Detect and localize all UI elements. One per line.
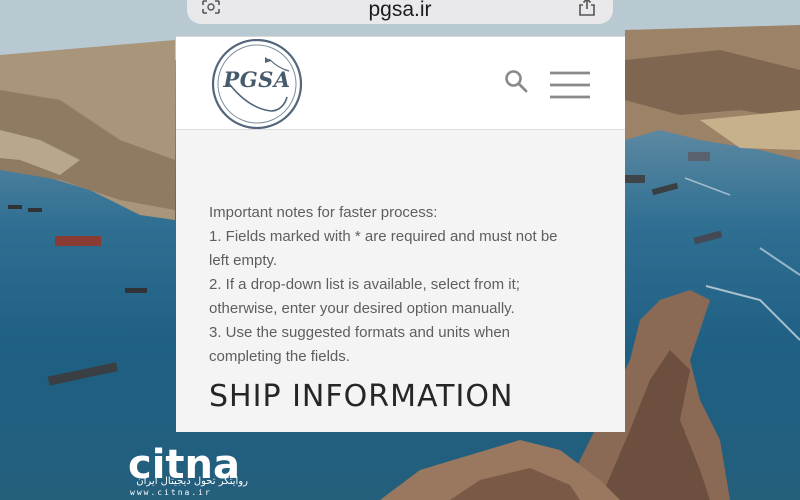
note-line: 1. Fields marked with * are required and… [209,228,558,245]
note-line: left empty. [209,252,278,269]
form-intro: Important notes for faster process: 1. F… [209,201,609,414]
note-line: 2. If a drop-down list is available, sel… [209,276,520,293]
search-icon[interactable] [504,69,528,93]
browser-address-bar[interactable]: pgsa.ir [187,0,613,24]
ship [55,236,101,246]
notes-title: Important notes for faster process: [209,204,438,221]
note-line: otherwise, enter your desired option man… [209,300,515,317]
share-icon[interactable] [577,0,597,16]
section-heading: SHIP INFORMATION [209,379,514,414]
watermark-url: www.citna.ir [130,488,212,497]
note-line: 3. Use the suggested formats and units w… [209,324,511,341]
watermark-tagline: روایتگر تحول دیجیتال ایران [136,476,248,487]
site-header: PGSA [176,36,625,130]
hamburger-menu-icon[interactable] [550,71,590,99]
note-line: completing the fields. [209,348,350,365]
screenshot-scene: pgsa.ir PGSA Important notes for faster … [0,0,800,500]
logo-text: PGSA [223,67,291,92]
url-text[interactable]: pgsa.ir [368,0,431,22]
pgsa-logo[interactable]: PGSA [209,38,305,130]
page-settings-icon[interactable] [201,0,221,14]
web-page: PGSA Important notes for faster process:… [176,36,625,432]
